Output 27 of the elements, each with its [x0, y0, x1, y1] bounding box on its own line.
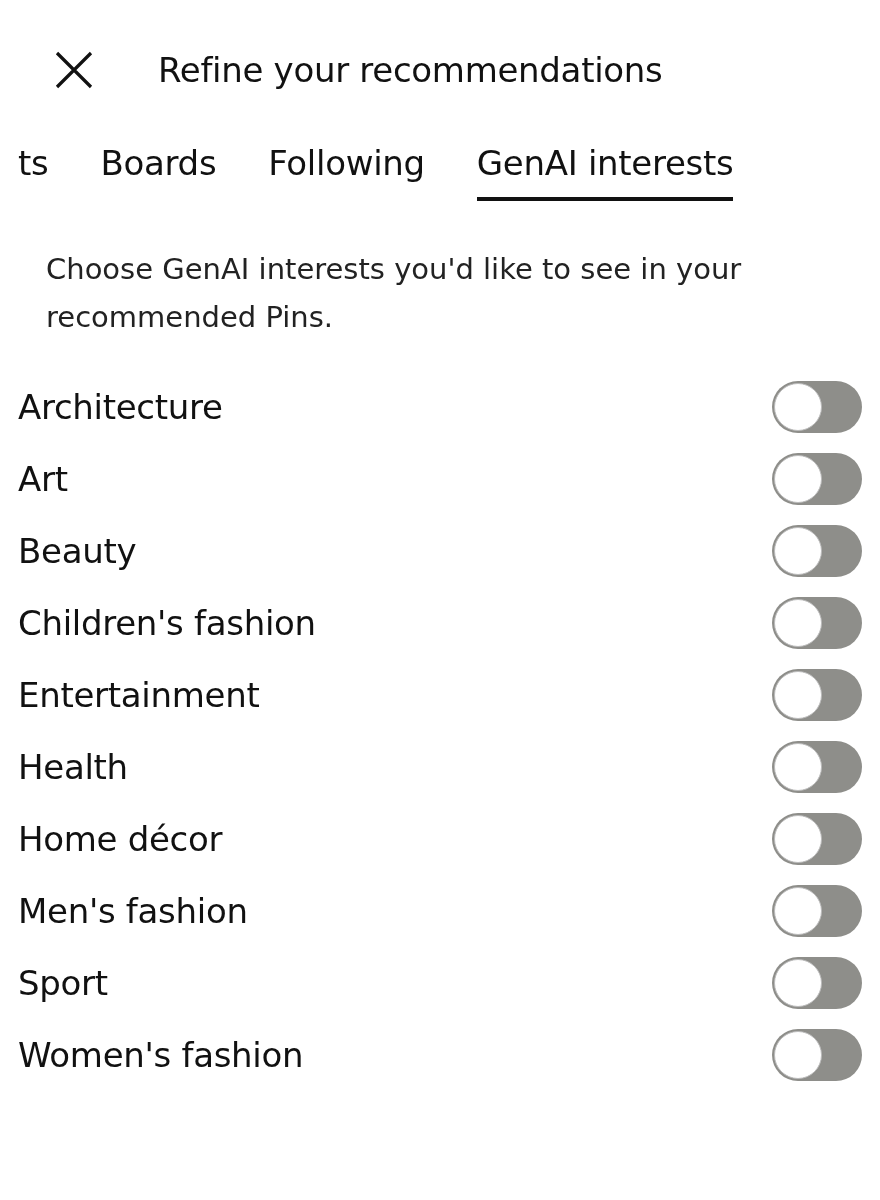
- interest-label: Beauty: [18, 531, 137, 571]
- interest-label: Entertainment: [18, 675, 260, 715]
- toggle-switch[interactable]: [772, 741, 862, 793]
- interest-label: Architecture: [18, 387, 223, 427]
- toggle-switch[interactable]: [772, 381, 862, 433]
- toggle-switch[interactable]: [772, 525, 862, 577]
- interest-label: Women's fashion: [18, 1035, 304, 1075]
- toggle-switch[interactable]: [772, 597, 862, 649]
- tab[interactable]: GenAI interests: [476, 133, 734, 201]
- toggle-switch[interactable]: [772, 453, 862, 505]
- toggle-switch[interactable]: [772, 885, 862, 937]
- page-title: Refine your recommendations: [158, 50, 663, 90]
- toggle-switch[interactable]: [772, 813, 862, 865]
- interest-label: Sport: [18, 963, 108, 1003]
- interest-label: Men's fashion: [18, 891, 248, 931]
- close-icon[interactable]: [54, 50, 94, 90]
- toggle-switch[interactable]: [772, 669, 862, 721]
- interest-label: Art: [18, 459, 68, 499]
- toggle-switch[interactable]: [772, 957, 862, 1009]
- description-text: Choose GenAI interests you'd like to see in your recommended Pins.: [46, 251, 743, 336]
- tab[interactable]: Following: [268, 133, 425, 201]
- interest-label: Health: [18, 747, 128, 787]
- tab[interactable]: ts: [18, 133, 49, 201]
- toggle-switch[interactable]: [772, 1029, 862, 1081]
- interest-label: Children's fashion: [18, 603, 316, 643]
- interest-label: Home décor: [18, 819, 223, 859]
- tab[interactable]: Boards: [100, 133, 217, 201]
